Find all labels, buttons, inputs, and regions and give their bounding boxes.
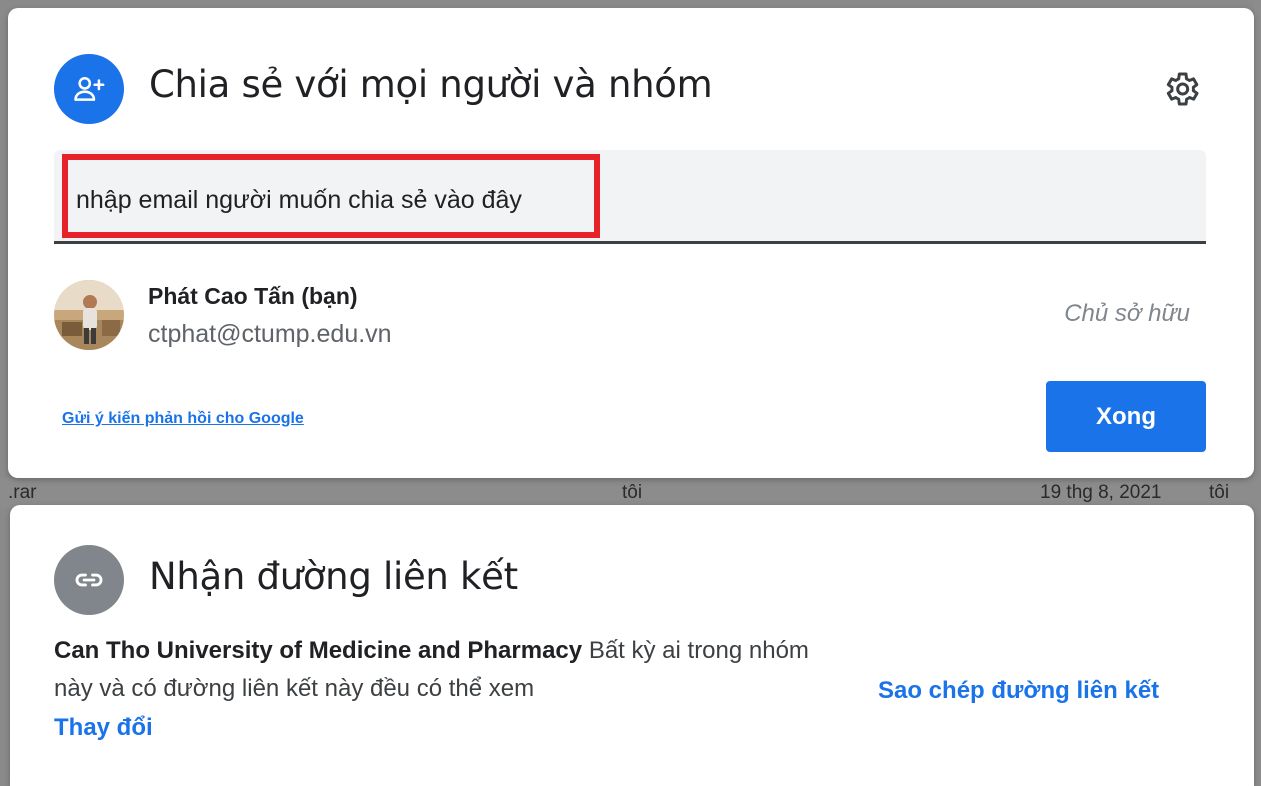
- avatar: [54, 280, 124, 350]
- file-owner: tôi: [622, 482, 643, 503]
- link-dialog: Nhận đường liên kết Can Tho University o…: [10, 505, 1254, 786]
- highlight-annotation: [62, 154, 600, 238]
- file-date: 19 thg 8, 2021: [1040, 482, 1162, 503]
- link-description: Can Tho University of Medicine and Pharm…: [54, 632, 834, 708]
- copy-link-button[interactable]: Sao chép đường liên kết: [878, 677, 1159, 705]
- email-field-container: [54, 150, 1206, 244]
- file-name: .rar: [8, 482, 37, 503]
- organization-name: Can Tho University of Medicine and Pharm…: [54, 637, 583, 664]
- email-field[interactable]: [76, 170, 596, 230]
- file-modified-by: tôi: [1209, 482, 1230, 503]
- share-dialog-title: Chia sẻ với mọi người và nhóm: [149, 63, 713, 106]
- link-icon: [54, 545, 124, 615]
- feedback-link[interactable]: Gửi ý kiến phản hồi cho Google: [62, 410, 304, 428]
- share-dialog: Chia sẻ với mọi người và nhóm Phát Cao T…: [8, 8, 1254, 478]
- owner-role: Chủ sở hữu: [1064, 300, 1190, 327]
- person-add-icon: [54, 54, 124, 124]
- gear-icon[interactable]: [1160, 68, 1202, 110]
- change-access-link[interactable]: Thay đổi: [54, 714, 153, 742]
- background-edge: [1254, 0, 1261, 786]
- done-button[interactable]: Xong: [1046, 381, 1206, 452]
- background-file-row: .rar tôi 19 thg 8, 2021 tôi: [0, 478, 1261, 508]
- link-dialog-title: Nhận đường liên kết: [149, 555, 518, 598]
- owner-name: Phát Cao Tấn (bạn): [148, 283, 358, 309]
- owner-email: ctphat@ctump.edu.vn: [148, 320, 392, 348]
